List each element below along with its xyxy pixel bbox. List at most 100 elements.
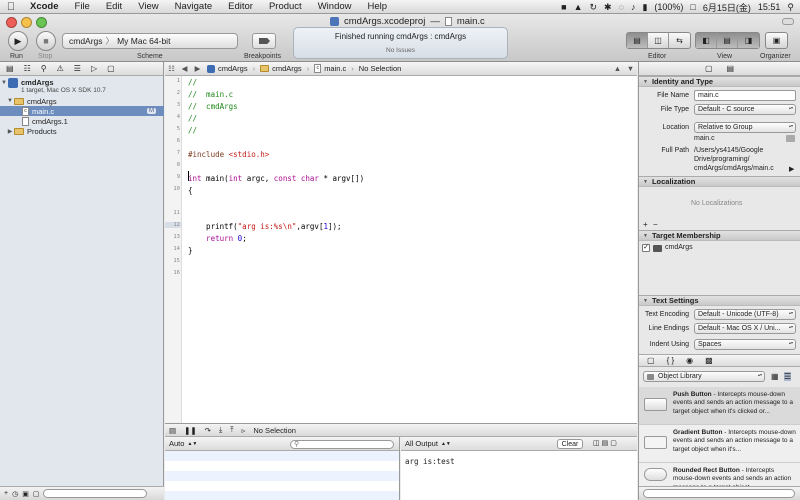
issue-navigator-icon[interactable]: ⚠ (57, 64, 64, 73)
gdrive-icon[interactable]: ▲ (574, 2, 583, 12)
file-name-field[interactable]: main.c (694, 90, 796, 101)
search-navigator-icon[interactable]: ⚲ (41, 64, 47, 73)
reveal-arrow-icon[interactable]: ▶ (789, 165, 794, 173)
add-icon[interactable]: + (4, 490, 8, 497)
debug-navigator-icon[interactable]: ☰ (74, 64, 81, 73)
pause-icon[interactable]: ❚❚ (184, 426, 197, 435)
file-type-popup[interactable]: Default - C source (694, 104, 796, 115)
menu-xcode[interactable]: Xcode (22, 1, 67, 12)
library-item-gradient-button[interactable]: Gradient Button - Intercepts mouse-down … (639, 425, 800, 463)
view-control[interactable]: ◧ ▤ ◨ (695, 32, 760, 49)
previous-issue-icon[interactable]: ▲ (611, 64, 624, 73)
folder-reveal-icon[interactable] (786, 135, 795, 142)
utilities-toggle-icon[interactable]: ◨ (738, 33, 759, 48)
variables-search-input[interactable]: ⚲ (290, 440, 394, 449)
object-library-icon[interactable]: ◉ (686, 356, 693, 365)
breakpoint-navigator-icon[interactable]: ▷ (91, 64, 97, 73)
remove-localization-icon[interactable]: − (653, 220, 658, 229)
close-window-icon[interactable] (6, 17, 17, 28)
debug-no-selection[interactable]: No Selection (253, 426, 296, 435)
organizer-button[interactable]: ▣ (765, 32, 788, 49)
library-item-push-button[interactable]: Push Button - Intercepts mouse-down even… (639, 387, 800, 425)
forward-icon[interactable]: ▶ (191, 64, 204, 73)
file-row-main-c[interactable]: c main.c M (0, 106, 164, 116)
console-only-icon[interactable]: ▢ (610, 439, 617, 447)
menu-file[interactable]: File (67, 1, 98, 12)
next-issue-icon[interactable]: ▼ (624, 64, 637, 73)
products-row[interactable]: ▶ Products (0, 126, 164, 136)
target-membership-section-header[interactable]: ▼ Target Membership (639, 230, 800, 241)
sync-icon[interactable]: ↻ (590, 2, 598, 13)
stop-button[interactable]: ■ (36, 31, 56, 51)
clock-date[interactable]: 6月15日(金) (703, 1, 751, 14)
line-endings-popup[interactable]: Default - Mac OS X / Uni... (694, 323, 796, 334)
dropbox-icon[interactable]: ■ (561, 2, 566, 12)
standard-editor-icon[interactable]: ▤ (627, 33, 648, 48)
log-navigator-icon[interactable]: ▢ (107, 64, 115, 73)
code-snippet-library-icon[interactable]: { } (667, 356, 675, 365)
split-view-icon[interactable]: ◫ (593, 439, 600, 447)
library-selector[interactable]: Object Library (643, 371, 765, 382)
identity-section-header[interactable]: ▼ Identity and Type (639, 76, 800, 87)
indent-using-popup[interactable]: Spaces (694, 339, 796, 350)
clock-time[interactable]: 15:51 (758, 2, 781, 12)
input-method-icon[interactable]: □ (690, 2, 695, 12)
project-navigator-icon[interactable]: ▤ (6, 64, 14, 73)
library-filter-input[interactable] (643, 489, 795, 498)
step-into-icon[interactable]: ⤓ (219, 425, 222, 435)
wifi-icon[interactable]: ◌ (619, 2, 624, 12)
scope-popup[interactable]: Auto (169, 439, 184, 448)
media-library-icon[interactable]: ▩ (705, 356, 713, 365)
disclosure-closed-icon[interactable]: ▶ (6, 128, 14, 135)
clear-console-button[interactable]: Clear (557, 439, 583, 449)
location-icon[interactable]: ▹ (242, 426, 246, 435)
symbol-navigator-icon[interactable]: ☷ (24, 64, 31, 73)
menu-product[interactable]: Product (261, 1, 310, 12)
scheme-selector[interactable]: cmdArgs 〉 My Mac 64-bit (62, 33, 238, 49)
add-localization-icon[interactable]: + (643, 220, 648, 229)
bluetooth-icon[interactable]: ✱ (604, 2, 612, 13)
assistant-editor-icon[interactable]: ◫ (648, 33, 669, 48)
output-filter-popup[interactable]: All Output (405, 439, 438, 448)
library-item-rounded-rect-button[interactable]: Rounded Rect Button - Intercepts mouse-d… (639, 463, 800, 487)
version-editor-icon[interactable]: ⇆ (669, 33, 690, 48)
grid-view-icon[interactable]: ▦ (771, 372, 779, 381)
step-over-icon[interactable]: ↷ (205, 426, 211, 435)
group-row[interactable]: ▼ cmdArgs (0, 96, 164, 106)
fullscreen-icon[interactable] (782, 18, 794, 25)
variables-only-icon[interactable]: ▤ (602, 439, 609, 447)
menu-window[interactable]: Window (310, 1, 360, 12)
hide-debug-area-icon[interactable]: ▤ (169, 426, 176, 435)
file-template-library-icon[interactable]: ▢ (647, 356, 655, 365)
text-settings-section-header[interactable]: ▼ Text Settings (639, 295, 800, 306)
menu-view[interactable]: View (130, 1, 166, 12)
text-encoding-popup[interactable]: Default - Unicode (UTF-8) (694, 309, 796, 320)
debug-area-toggle-icon[interactable]: ▤ (717, 33, 738, 48)
disclosure-open-icon[interactable]: ▼ (0, 80, 8, 86)
volume-icon[interactable]: ♪ (631, 2, 636, 12)
breadcrumb-group[interactable]: cmdArgs (257, 64, 305, 73)
navigator-filter-input[interactable] (43, 489, 148, 498)
menu-editor[interactable]: Editor (220, 1, 261, 12)
unsaved-filter-icon[interactable]: ▣ (22, 490, 29, 498)
target-checkbox[interactable]: ✓ (642, 244, 650, 252)
breadcrumb-project[interactable]: cmdArgs (204, 64, 251, 73)
minimize-window-icon[interactable] (21, 17, 32, 28)
breadcrumb-file[interactable]: c main.c (311, 64, 349, 73)
scm-filter-icon[interactable]: ▢ (33, 490, 40, 498)
related-items-icon[interactable]: ☷ (165, 64, 178, 73)
console[interactable]: All Output ▲▼ Clear ◫ ▤ ▢ arg is:test (401, 437, 637, 500)
disclosure-open-icon[interactable]: ▼ (6, 98, 14, 104)
battery-icon[interactable]: ▮ (642, 2, 647, 13)
apple-menu-icon[interactable]:  (0, 1, 22, 13)
location-popup[interactable]: Relative to Group (694, 122, 796, 133)
source-editor[interactable]: 1 2 3 4 5 6 7 8 9 10 11 12 13 14 15 16 /… (165, 76, 637, 423)
file-inspector-icon[interactable]: ▢ (705, 64, 713, 73)
menu-edit[interactable]: Edit (98, 1, 130, 12)
line-number-gutter[interactable]: 1 2 3 4 5 6 7 8 9 10 11 12 13 14 15 16 (165, 76, 182, 423)
navigator-toggle-icon[interactable]: ◧ (696, 33, 717, 48)
spotlight-icon[interactable]: ⚲ (787, 2, 794, 13)
editor-mode-control[interactable]: ▤ ◫ ⇆ (626, 32, 691, 49)
list-view-icon[interactable]: ☰ (784, 372, 792, 381)
back-icon[interactable]: ◀ (178, 64, 191, 73)
